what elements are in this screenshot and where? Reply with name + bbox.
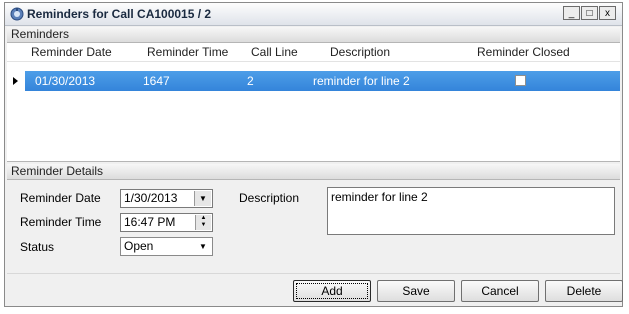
reminder-date-label: Reminder Date [20,191,101,205]
chevron-down-icon[interactable]: ▼ [195,239,211,254]
title-bar[interactable]: Reminders for Call CA100015 / 2 _ □ x [5,3,622,26]
col-header-reminder-time[interactable]: Reminder Time [147,45,228,59]
reminders-window: Reminders for Call CA100015 / 2 _ □ x Re… [4,2,623,307]
cancel-button[interactable]: Cancel [461,280,539,302]
reminder-app-icon [10,7,24,21]
table-row[interactable]: 01/30/2013 1647 2 reminder for line 2 [7,71,620,91]
col-header-reminder-closed[interactable]: Reminder Closed [477,45,570,59]
reminder-closed-checkbox[interactable] [515,75,526,86]
reminder-date-value: 1/30/2013 [124,191,178,205]
reminder-time-value: 16:47 PM [124,215,176,229]
reminder-date-picker[interactable]: 1/30/2013 ▼ [120,189,213,208]
col-header-reminder-date[interactable]: Reminder Date [31,45,112,59]
cell-call-line: 2 [247,74,254,88]
status-label: Status [20,240,55,254]
window-controls: _ □ x [563,6,616,20]
status-value: Open [124,239,154,253]
spin-updown-icon[interactable]: ▲ ▼ [195,215,211,230]
window-title: Reminders for Call CA100015 / 2 [27,7,212,21]
reminders-grid[interactable]: Reminder Date Reminder Time Call Line De… [7,43,620,162]
save-button[interactable]: Save [377,280,455,302]
col-header-description[interactable]: Description [330,45,390,59]
reminder-time-stepper[interactable]: 16:47 PM ▲ ▼ [120,213,213,232]
add-button[interactable]: Add [293,280,371,302]
maximize-button[interactable]: □ [581,6,598,20]
description-value: reminder for line 2 [331,190,428,204]
row-indicator [7,71,25,91]
chevron-down-icon[interactable]: ▼ [194,191,211,206]
description-label: Description [239,191,300,205]
selected-row-cells[interactable]: 01/30/2013 1647 2 reminder for line 2 [25,71,620,91]
cell-reminder-date: 01/30/2013 [35,74,96,88]
col-header-call-line[interactable]: Call Line [251,45,298,59]
delete-button[interactable]: Delete [545,280,623,302]
details-section-header: Reminder Details [7,164,620,180]
row-pointer-icon [13,77,18,85]
reminders-section-header: Reminders [7,27,620,43]
grid-header: Reminder Date Reminder Time Call Line De… [7,43,620,62]
reminder-time-label: Reminder Time [20,215,102,229]
cell-description: reminder for line 2 [313,74,410,88]
close-button[interactable]: x [599,6,616,20]
minimize-button[interactable]: _ [563,6,580,20]
cell-reminder-time: 1647 [143,74,170,88]
status-select[interactable]: Open ▼ [120,237,213,256]
description-textarea[interactable]: reminder for line 2 [327,187,615,235]
